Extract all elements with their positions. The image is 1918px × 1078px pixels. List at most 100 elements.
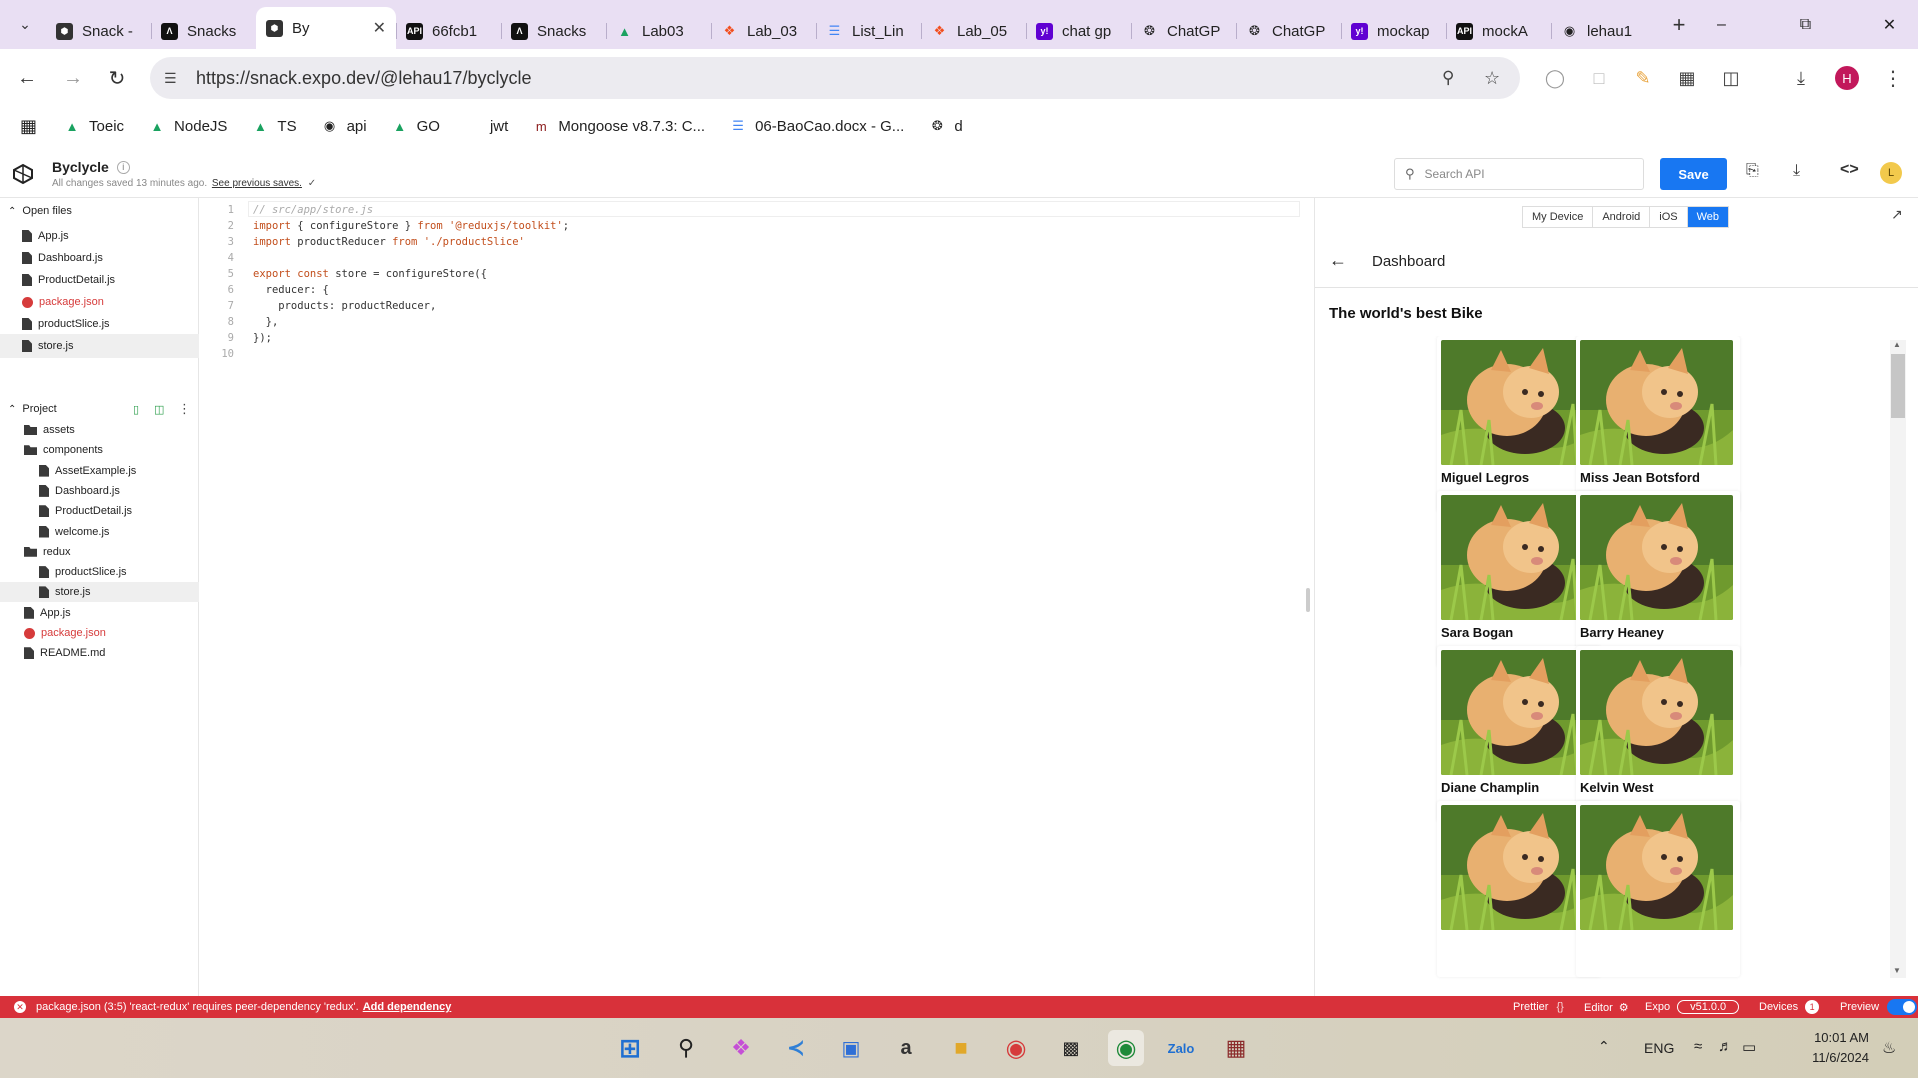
tab-search-chevron-icon[interactable]: ⌄ (8, 8, 42, 42)
tray-chevron-up-icon[interactable]: ⌃ (1598, 1038, 1610, 1055)
browser-tab[interactable]: Λ Snacks (151, 13, 256, 49)
folder-item[interactable]: redux (0, 542, 199, 562)
bookmark-item[interactable]: ▲ Toeic (63, 117, 124, 135)
device-tab[interactable]: My Device (1523, 207, 1594, 227)
product-card[interactable]: Miss Jean Botsford$845.00 (1576, 336, 1740, 512)
device-tab[interactable]: Web (1687, 207, 1729, 227)
browser-tab[interactable]: ⬢ Snack - (46, 13, 151, 49)
back-icon[interactable]: ← (10, 61, 44, 95)
code-line[interactable]: import productReducer from './productSli… (253, 234, 525, 250)
close-tab-icon[interactable]: ✕ (373, 18, 386, 38)
browser-tab[interactable]: ❂ ChatGP (1236, 13, 1341, 49)
download-icon[interactable]: ⤓ (1793, 162, 1800, 180)
scroll-down-icon[interactable]: ▼ (1893, 966, 1901, 975)
code-line[interactable]: }); (253, 330, 272, 346)
volume-icon[interactable]: ♬ (1718, 1038, 1733, 1055)
minimize-icon[interactable]: – (1694, 0, 1749, 49)
browser-tab[interactable]: API 66fcb1 (396, 13, 501, 49)
browser-tab[interactable]: y! mockap (1341, 13, 1446, 49)
open-file-item[interactable]: store.js (0, 334, 199, 358)
terminal-icon[interactable]: ▩ (1053, 1030, 1089, 1066)
battery-icon[interactable]: ▭ (1742, 1038, 1756, 1056)
new-tab-button[interactable]: + (1662, 8, 1696, 42)
file-explorer-icon[interactable]: ■ (943, 1030, 979, 1066)
preview-toggle[interactable]: Preview (1840, 999, 1918, 1015)
product-card[interactable]: Kelvin West$575.00 (1576, 646, 1740, 822)
expo-snack-logo-icon[interactable] (12, 163, 34, 185)
site-settings-icon[interactable]: ☰ (164, 70, 177, 87)
restore-window-icon[interactable]: ⧉ (1778, 0, 1833, 49)
devices-button[interactable]: Devices 1 (1759, 1000, 1820, 1014)
extensions-puzzle-icon[interactable]: ◫ (1714, 61, 1748, 95)
extension-pen-icon[interactable]: ✎ (1626, 61, 1660, 95)
wifi-icon[interactable]: ≈ (1694, 1038, 1702, 1055)
project-file-item[interactable]: README.md (0, 643, 199, 663)
editor-settings[interactable]: Editor ⚙ (1584, 1001, 1629, 1014)
browser-tab[interactable]: ▲ Lab03 (606, 13, 711, 49)
bookmark-item[interactable]: ❂ d (928, 117, 963, 135)
code-line[interactable]: // src/app/store.js (253, 202, 373, 218)
embed-code-icon[interactable]: <> (1840, 161, 1859, 179)
pane-resize-handle[interactable] (1306, 588, 1310, 612)
bookmark-star-icon[interactable]: ☆ (1484, 68, 1500, 89)
bookmark-item[interactable]: ▲ GO (391, 117, 440, 135)
browser-tab[interactable]: ❖ Lab_05 (921, 13, 1026, 49)
open-file-item[interactable]: ProductDetail.js (0, 268, 199, 292)
browser-tab[interactable]: ❂ ChatGP (1131, 13, 1236, 49)
browser-menu-icon[interactable]: ⋮ (1876, 61, 1910, 95)
forward-icon[interactable]: → (56, 61, 90, 95)
back-arrow-icon[interactable]: ← (1329, 250, 1347, 271)
extension-compass-icon[interactable]: ◯ (1538, 61, 1572, 95)
bookmark-item[interactable]: ☰ 06-BaoCao.docx - G... (729, 117, 904, 135)
project-file-item[interactable]: productSlice.js (0, 562, 199, 582)
code-line[interactable]: }, (253, 314, 279, 330)
info-icon[interactable]: i (116, 160, 130, 174)
browser-tab[interactable]: Λ Snacks (501, 13, 606, 49)
windows-start-icon[interactable]: ⊞ (612, 1030, 648, 1066)
copilot-icon[interactable]: ❖ (723, 1030, 759, 1066)
code-line[interactable]: products: productReducer, (253, 298, 436, 314)
open-file-item[interactable]: package.json (0, 290, 199, 314)
vscode-icon[interactable]: ≺ (778, 1030, 814, 1066)
code-line[interactable]: import { configureStore } from '@reduxjs… (253, 218, 569, 234)
notification-bell-icon[interactable]: ♨ (1882, 1038, 1896, 1058)
browser-tab[interactable]: ☰ List_Lin (816, 13, 921, 49)
bookmark-item[interactable]: m Mongoose v8.7.3: C... (532, 117, 705, 135)
clock-date[interactable]: 11/6/2024 (1793, 1050, 1869, 1065)
scrollbar-thumb[interactable] (1891, 354, 1905, 418)
address-bar[interactable]: ☰ https://snack.expo.dev/@lehau17/byclyc… (150, 57, 1520, 99)
open-file-item[interactable]: App.js (0, 224, 199, 248)
project-menu-icon[interactable]: ⋮ (178, 401, 191, 417)
product-card[interactable]: Barry Heaney$119.00 (1576, 491, 1740, 667)
open-file-item[interactable]: productSlice.js (0, 312, 199, 336)
apps-grid-icon[interactable]: ▦ (20, 116, 37, 137)
project-file-item[interactable]: package.json (0, 623, 199, 643)
open-external-icon[interactable]: ↗ (1891, 206, 1903, 223)
clock-time[interactable]: 10:01 AM (1793, 1030, 1869, 1045)
reload-icon[interactable]: ↻ (100, 61, 134, 95)
code-editor[interactable]: 1 // src/app/store.js 2 import { configureS… (200, 198, 1314, 996)
project-file-item[interactable]: Dashboard.js (0, 481, 199, 501)
project-file-item[interactable]: welcome.js (0, 522, 199, 542)
previous-saves-link[interactable]: See previous saves. (212, 178, 302, 189)
browser-tab[interactable]: ⬢ By ✕ (256, 7, 396, 49)
bookmark-item[interactable]: jwt (464, 117, 508, 135)
zalo-icon[interactable]: Zalo (1163, 1030, 1199, 1066)
address-url[interactable]: https://snack.expo.dev/@lehau17/byclycle (196, 68, 531, 89)
project-section[interactable]: ⌃ Project ▯ ◫ ⋮ (0, 398, 199, 420)
open-file-item[interactable]: Dashboard.js (0, 246, 199, 270)
search-api-input[interactable]: ⚲ Search API (1394, 158, 1644, 190)
new-file-icon[interactable]: ▯ (133, 403, 139, 416)
device-tab[interactable]: Android (1593, 207, 1651, 227)
device-tab[interactable]: iOS (1650, 207, 1688, 227)
code-line[interactable]: reducer: { (253, 282, 329, 298)
amazon-icon[interactable]: a (888, 1030, 924, 1066)
bookmark-item[interactable]: ▲ NodeJS (148, 117, 228, 135)
qr-device-icon[interactable]: ⎘ (1746, 162, 1759, 180)
chrome-profile-icon[interactable]: ◉ (1108, 1030, 1144, 1066)
project-file-item[interactable]: store.js (0, 582, 199, 603)
close-window-icon[interactable]: ✕ (1862, 0, 1917, 49)
product-card[interactable] (1576, 801, 1740, 977)
search-icon[interactable]: ⚲ (668, 1030, 704, 1066)
bookmark-item[interactable]: ▲ TS (251, 117, 297, 135)
